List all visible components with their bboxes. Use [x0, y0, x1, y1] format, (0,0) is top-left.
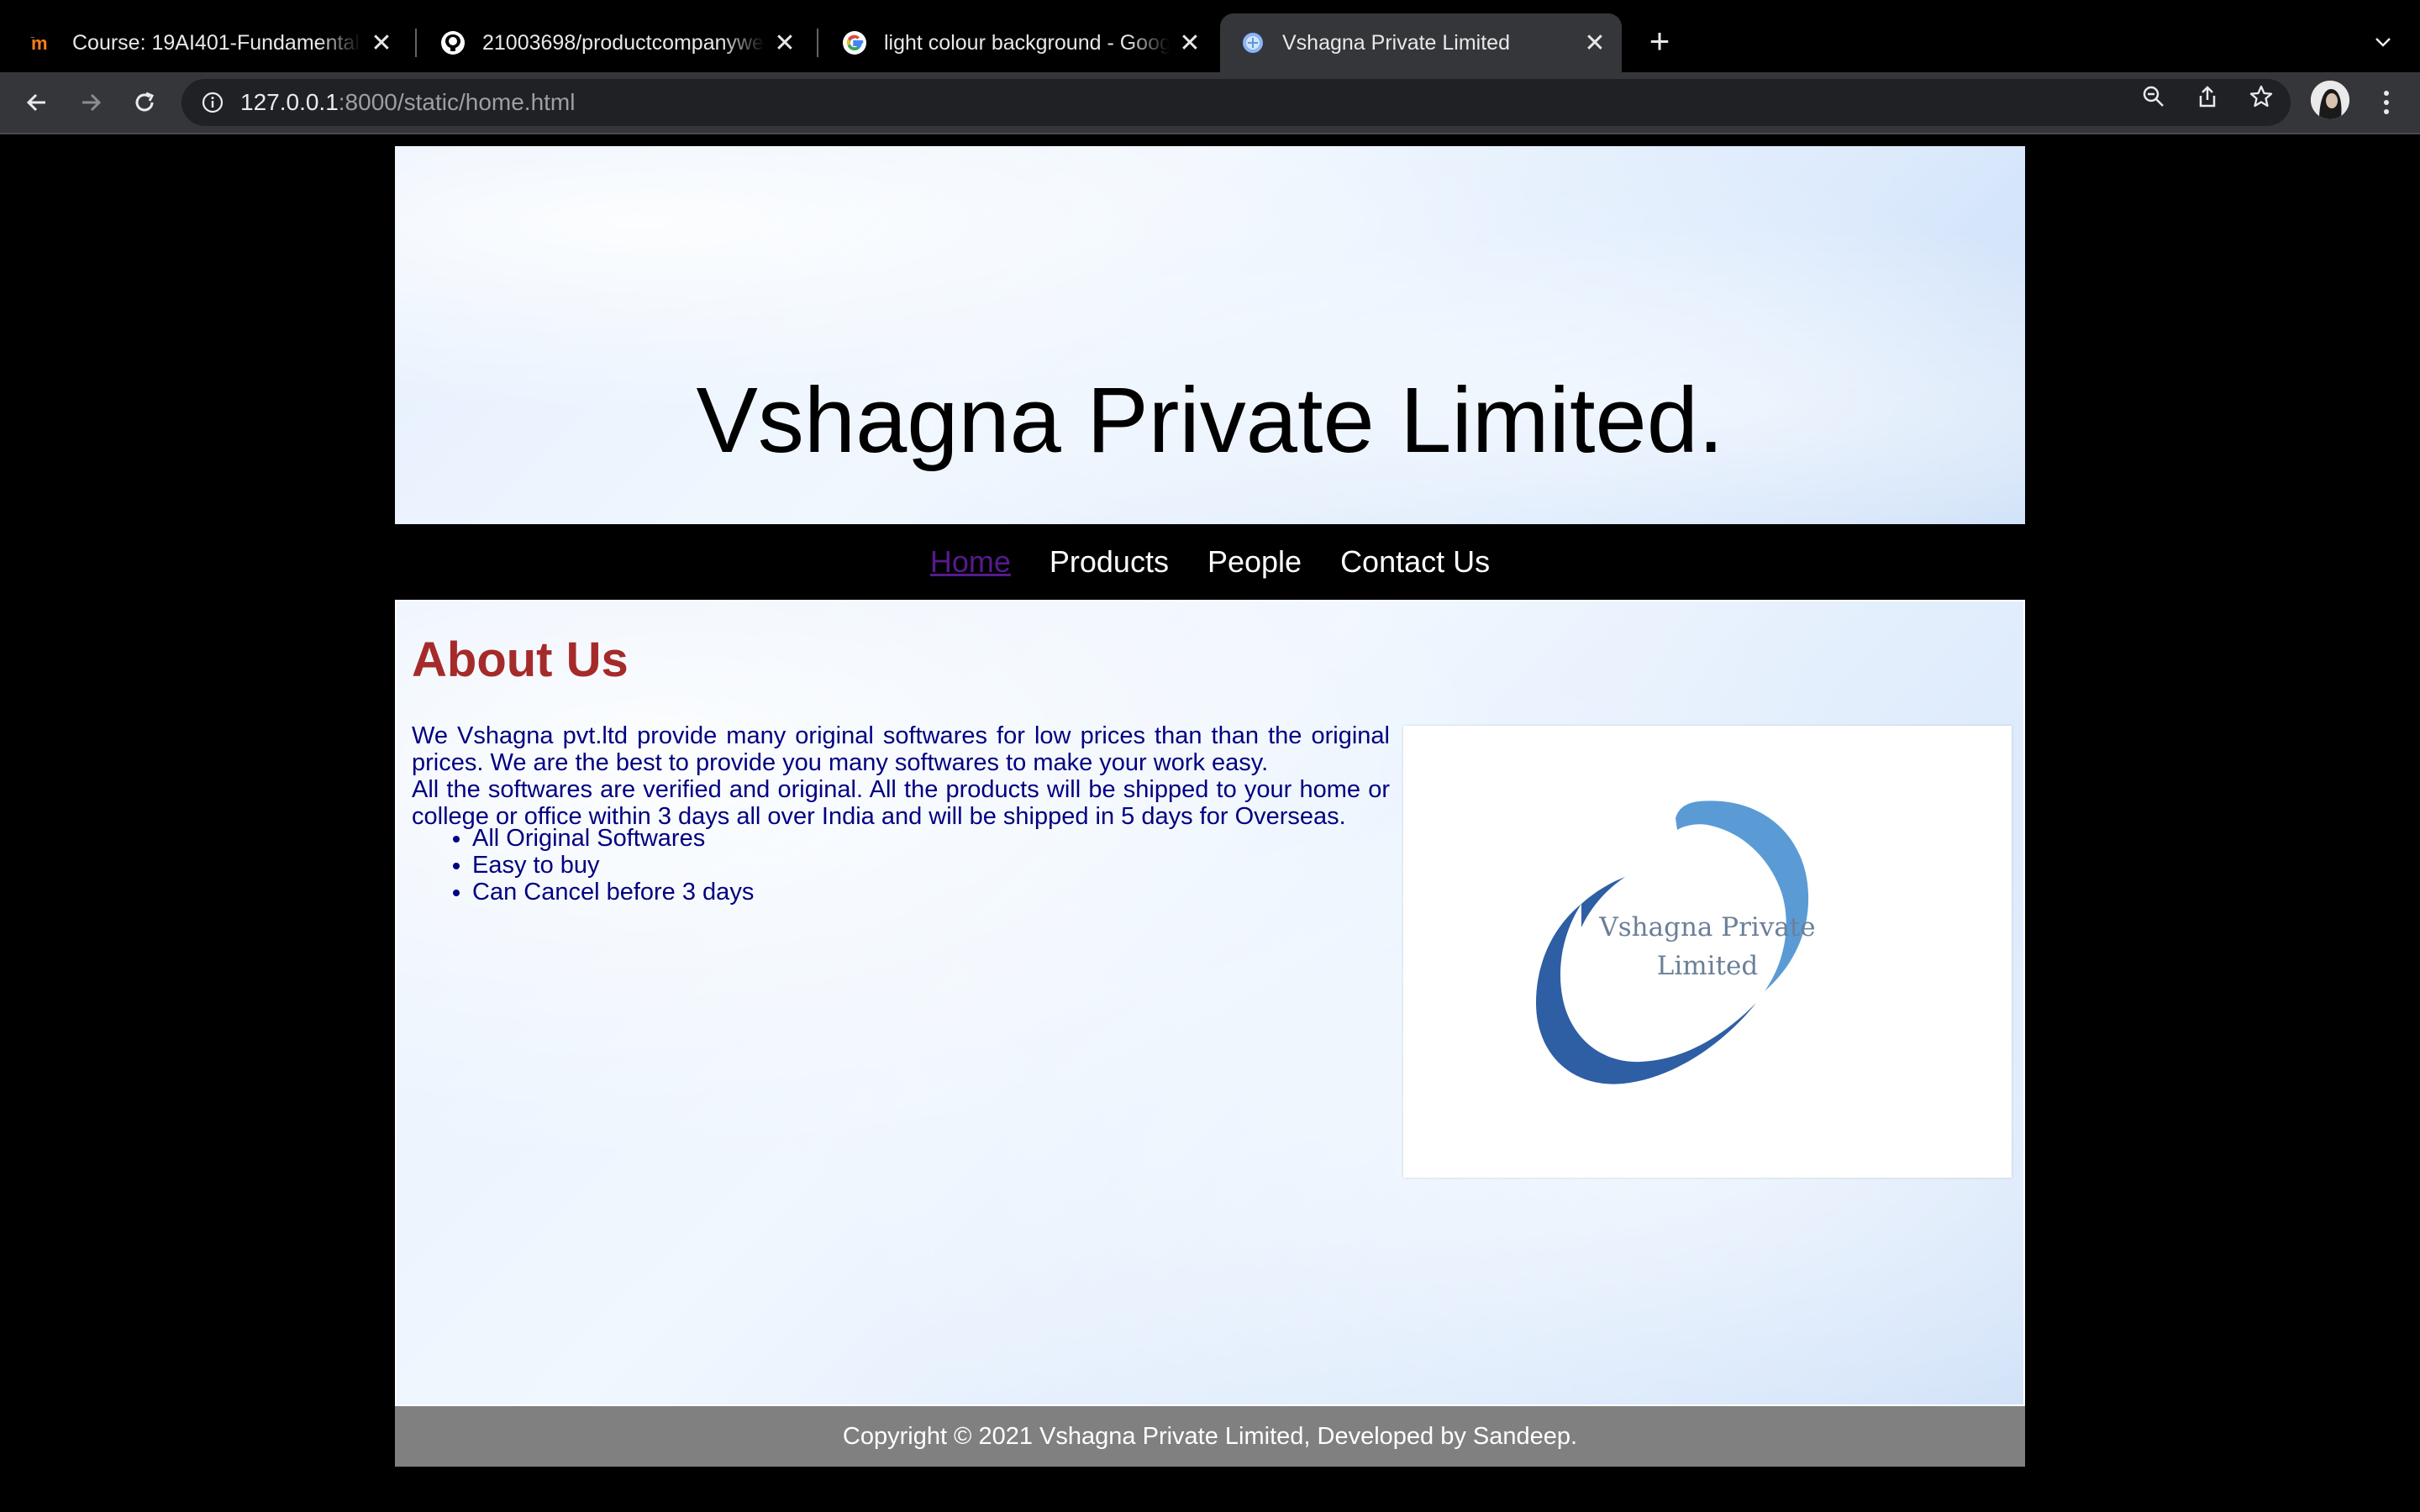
svg-text:~: ~	[30, 34, 35, 43]
bookmark-star-icon[interactable]	[2247, 82, 2275, 111]
info-icon[interactable]	[200, 90, 225, 115]
about-description: We Vshagna pvt.ltd provide many original…	[412, 722, 1390, 830]
url-host: 127.0.0.1	[240, 89, 339, 115]
site-header: Vshagna Private Limited.	[395, 146, 2025, 524]
moodle-icon: m ~	[30, 30, 55, 55]
close-tab-icon[interactable]: ✕	[1580, 28, 1610, 58]
features-list: All Original Softwares Easy to buy Can C…	[412, 825, 754, 906]
address-bar[interactable]: 127.0.0.1:8000/static/home.html	[182, 79, 2291, 126]
tab-title: 21003698/productcompanywebsite	[482, 30, 765, 55]
browser-tab[interactable]: light colour background - Google Search …	[822, 13, 1217, 72]
url-text: 127.0.0.1:8000/static/home.html	[240, 89, 575, 116]
github-icon	[440, 30, 466, 55]
nav-link-contact-us[interactable]: Contact Us	[1340, 544, 1490, 580]
share-icon[interactable]	[2193, 82, 2222, 111]
back-arrow-icon[interactable]	[17, 82, 57, 123]
list-item: All Original Softwares	[472, 825, 754, 852]
browser-tab[interactable]: m~ Course: 19AI401-Fundamentals of Web A…	[10, 13, 408, 72]
list-item: Easy to buy	[472, 852, 754, 879]
nav-link-people[interactable]: People	[1207, 544, 1302, 580]
tab-title: Vshagna Private Limited	[1282, 30, 1510, 55]
about-paragraph: All the softwares are verified and origi…	[412, 776, 1390, 830]
zoom-out-icon[interactable]	[2139, 82, 2168, 111]
forward-arrow-icon[interactable]	[71, 82, 111, 123]
browser-tab-active[interactable]: Vshagna Private Limited ✕	[1220, 13, 1622, 72]
close-tab-icon[interactable]: ✕	[770, 28, 800, 58]
logo-text-line: Limited	[1657, 951, 1758, 981]
logo-text-line: Vshagna Private	[1598, 912, 1815, 942]
site-title: Vshagna Private Limited.	[696, 369, 1724, 472]
about-section: About Us We Vshagna pvt.ltd provide many…	[395, 600, 2025, 1406]
copyright-text: Copyright © 2021 Vshagna Private Limited…	[842, 1422, 1578, 1450]
more-options-icon[interactable]	[2370, 84, 2403, 121]
page-viewport: Vshagna Private Limited. Home Products P…	[0, 134, 2420, 1512]
nav-link-home[interactable]: Home	[930, 544, 1011, 580]
nav-link-products[interactable]: Products	[1050, 544, 1169, 580]
tab-title: Course: 19AI401-Fundamentals of Web Appl…	[72, 30, 361, 55]
google-icon	[842, 30, 867, 55]
about-heading: About Us	[412, 633, 629, 687]
close-tab-icon[interactable]: ✕	[366, 28, 397, 58]
globe-icon	[1240, 30, 1265, 55]
tab-title: light colour background - Google Search	[884, 30, 1170, 55]
browser-tab[interactable]: 21003698/productcompanywebsite ✕	[420, 13, 812, 72]
browser-tab-strip: m~ Course: 19AI401-Fundamentals of Web A…	[0, 0, 2420, 72]
logo-graphic: Vshagna Private Limited	[1536, 801, 1816, 1084]
site-footer: Copyright © 2021 Vshagna Private Limited…	[395, 1406, 2025, 1467]
site-nav: Home Products People Contact Us	[395, 524, 2025, 600]
url-path: :8000/static/home.html	[338, 89, 576, 115]
tab-separator	[817, 29, 818, 57]
close-tab-icon[interactable]: ✕	[1175, 28, 1205, 58]
reload-icon[interactable]	[124, 82, 165, 123]
list-item: Can Cancel before 3 days	[472, 879, 754, 906]
about-paragraph: We Vshagna pvt.ltd provide many original…	[412, 722, 1390, 776]
company-logo: Vshagna Private Limited	[1403, 726, 2012, 1178]
chevron-down-icon[interactable]	[2366, 25, 2400, 59]
profile-avatar[interactable]	[2311, 81, 2349, 119]
tab-separator	[415, 29, 417, 57]
new-tab-icon[interactable]: +	[1640, 21, 1679, 60]
browser-toolbar: 127.0.0.1:8000/static/home.html	[0, 72, 2420, 134]
